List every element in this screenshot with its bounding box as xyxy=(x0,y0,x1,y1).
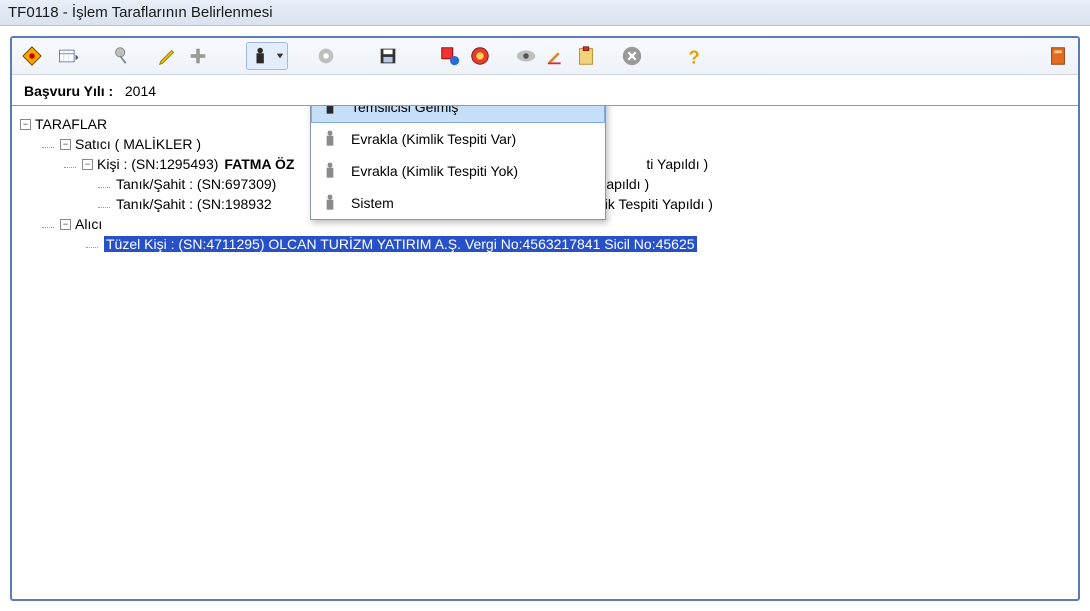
gear-icon[interactable] xyxy=(312,42,340,70)
person-icon xyxy=(319,161,341,181)
edit-icon[interactable] xyxy=(154,42,182,70)
orange-icon[interactable] xyxy=(1044,42,1072,70)
tree-view[interactable]: − TARAFLAR − Satıcı ( MALİKLER ) − Kişi … xyxy=(12,106,1078,599)
dropdown-item-sistem[interactable]: Sistem xyxy=(311,187,605,219)
svg-text:?: ? xyxy=(689,46,700,67)
person-icon xyxy=(319,129,341,149)
help-icon[interactable]: ? xyxy=(680,42,708,70)
person-dropdown-menu: Bizzat Gelmiş Temsilcisi Gelmiş Evrakla … xyxy=(310,106,606,220)
window-title: TF0118 - İşlem Taraflarının Belirlenmesi xyxy=(0,0,1090,26)
dropdown-item-evrakla-yok[interactable]: Evrakla (Kimlik Tespiti Yok) xyxy=(311,155,605,187)
tree-buyer-entity[interactable]: Tüzel Kişi : (SN:4711295) OLCAN TURİZM Y… xyxy=(20,234,1070,254)
eye-icon[interactable] xyxy=(512,42,540,70)
person-dropdown-icon[interactable] xyxy=(246,42,288,70)
collapse-icon[interactable]: − xyxy=(20,119,31,130)
calendar-icon[interactable] xyxy=(48,42,90,70)
collapse-icon[interactable]: − xyxy=(60,219,71,230)
save-icon[interactable] xyxy=(374,42,402,70)
year-value: 2014 xyxy=(125,83,156,99)
group-icon[interactable] xyxy=(436,42,464,70)
person-icon xyxy=(319,193,341,213)
person-icon xyxy=(319,106,341,117)
stamp-icon[interactable] xyxy=(466,42,494,70)
header-row: Başvuru Yılı : 2014 xyxy=(12,75,1078,106)
dropdown-item-temsilcisi[interactable]: Temsilcisi Gelmiş xyxy=(311,106,605,123)
collapse-icon[interactable]: − xyxy=(82,159,93,170)
compass-icon[interactable] xyxy=(18,42,46,70)
collapse-icon[interactable]: − xyxy=(60,139,71,150)
pin-icon[interactable] xyxy=(108,42,136,70)
year-label: Başvuru Yılı : xyxy=(24,83,113,99)
toolbar: ? xyxy=(12,38,1078,75)
sign-icon[interactable] xyxy=(542,42,570,70)
dropdown-item-evrakla-var[interactable]: Evrakla (Kimlik Tespiti Var) xyxy=(311,123,605,155)
main-frame: ? Başvuru Yılı : 2014 − TARAFLAR − Satıc… xyxy=(10,36,1080,601)
plus-icon[interactable] xyxy=(184,42,212,70)
clipboard-icon[interactable] xyxy=(572,42,600,70)
close-icon[interactable] xyxy=(618,42,646,70)
